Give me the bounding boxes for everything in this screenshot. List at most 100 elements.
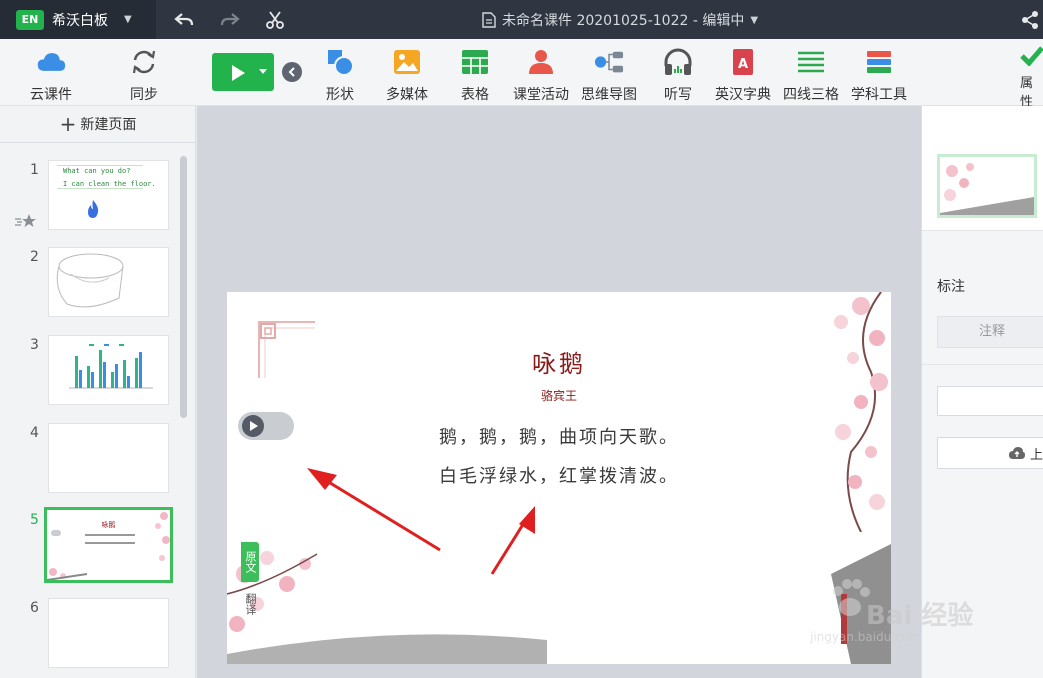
- shape-icon: [325, 47, 355, 77]
- cloud-courseware-label: 云课件: [30, 87, 72, 103]
- dictionary-label: 英汉字典: [715, 87, 771, 103]
- subject-tools-button[interactable]: 学科工具: [851, 47, 907, 104]
- property-input[interactable]: [937, 386, 1043, 416]
- slide-1-line-2: I can clean the floor.: [63, 180, 156, 188]
- divider: [922, 364, 1043, 365]
- app-name: 希沃白板: [52, 12, 108, 29]
- four-lines-label: 四线三格: [783, 87, 839, 103]
- slide-number: 2: [30, 249, 39, 265]
- slide-number: 5: [30, 512, 39, 528]
- annotation-label: 标注: [937, 279, 965, 295]
- paw-icon: [833, 579, 870, 616]
- scissors-icon[interactable]: [263, 8, 287, 32]
- slides-panel: + 新建页面 1 What can you do? I can clean th…: [0, 106, 196, 678]
- subject-tools-label: 学科工具: [851, 87, 907, 103]
- properties-label: 属性: [1020, 76, 1034, 110]
- play-icon: [232, 65, 245, 81]
- sync-label: 同步: [130, 87, 158, 103]
- title-bar: EN 希沃白板 ▼ 未命名课件 20201025-1022 - 编辑中 ▼: [0, 0, 1043, 39]
- document-title-text: 未命名课件 20201025-1022 - 编辑中: [502, 13, 745, 29]
- svg-text:A: A: [738, 57, 748, 72]
- shape-tool-label: 形状: [326, 87, 354, 103]
- slides-scrollbar[interactable]: [180, 156, 187, 418]
- cloud-icon: [36, 47, 66, 77]
- media-icon: [392, 47, 422, 77]
- mind-map-button[interactable]: 思维导图: [581, 47, 637, 104]
- baidu-watermark: Bai 经验 jingyan.baidu.com: [800, 575, 1000, 644]
- mini-audio-pill: [51, 530, 61, 536]
- dictation-button[interactable]: 听写: [663, 47, 693, 104]
- upload-label: 上: [1030, 447, 1043, 463]
- slide-thumbnail[interactable]: [48, 423, 169, 493]
- sync-icon: [129, 47, 159, 77]
- mini-text-line: [85, 534, 135, 536]
- slide-number: 3: [30, 337, 39, 353]
- document-title[interactable]: 未命名课件 20201025-1022 - 编辑中 ▼: [482, 10, 758, 30]
- headphones-icon: [663, 47, 693, 77]
- mind-map-label: 思维导图: [581, 87, 637, 103]
- slide-item-6[interactable]: 6: [0, 598, 180, 670]
- background-thumbnail[interactable]: [937, 154, 1037, 218]
- background-section: [922, 106, 1043, 231]
- upload-button[interactable]: 上: [937, 437, 1043, 469]
- slide-thumbnail[interactable]: [48, 598, 169, 668]
- cherry-blossom-decoration: [47, 568, 87, 580]
- cylinder-drawing: [56, 253, 124, 308]
- slide-thumbnail[interactable]: [48, 335, 169, 405]
- classroom-activity-button[interactable]: 课堂活动: [513, 47, 569, 104]
- slide-item-5[interactable]: 5 咏鹅: [0, 507, 180, 583]
- four-lines-icon: [796, 47, 826, 77]
- chevron-left-icon: [288, 67, 295, 77]
- play-presentation-button[interactable]: [212, 53, 274, 91]
- table-tool-label: 表格: [461, 87, 489, 103]
- new-page-label: 新建页面: [80, 117, 137, 133]
- star-icon[interactable]: [15, 213, 37, 229]
- cherry-blossom-decoration: [940, 163, 1034, 215]
- slide-item-3[interactable]: 3: [0, 335, 180, 407]
- shape-tool-button[interactable]: 形状: [325, 47, 355, 104]
- cloud-upload-icon: [1009, 447, 1025, 459]
- watermark-text: Bai 经验: [866, 601, 974, 631]
- app-menu-button[interactable]: EN 希沃白板 ▼: [0, 0, 156, 39]
- app-logo: EN: [16, 9, 44, 30]
- slide-item-2[interactable]: 2: [0, 247, 180, 319]
- slide-thumbnail[interactable]: What can you do? I can clean the floor.: [48, 160, 169, 230]
- slide-thumbnail[interactable]: [48, 247, 169, 317]
- slide-number: 1: [30, 162, 39, 178]
- media-tool-label: 多媒体: [386, 87, 428, 103]
- plus-icon: +: [59, 112, 77, 136]
- media-tool-button[interactable]: 多媒体: [386, 47, 428, 104]
- app-window: EN 希沃白板 ▼ 未命名课件 20201025-1022 - 编辑中 ▼ 云课…: [0, 0, 1043, 678]
- four-lines-button[interactable]: 四线三格: [783, 47, 839, 104]
- properties-icon: [1020, 46, 1043, 66]
- cherry-blossom-decoration: [155, 512, 170, 561]
- dictation-label: 听写: [664, 87, 692, 103]
- toolbar: 云课件 同步 形状 多媒体 表格 课堂活动 思维导图 听写 A 英汉字典 四线三…: [0, 39, 1043, 106]
- annotation-button[interactable]: 注释: [937, 316, 1043, 348]
- table-tool-button[interactable]: 表格: [460, 47, 490, 104]
- new-page-button[interactable]: + 新建页面: [0, 106, 196, 143]
- sync-button[interactable]: 同步: [129, 47, 159, 104]
- bar-chart-thumbnail: [69, 344, 153, 389]
- watermark-url: jingyan.baidu.com: [810, 630, 921, 644]
- chevron-down-icon[interactable]: [259, 69, 267, 74]
- chevron-down-icon: ▼: [750, 14, 759, 26]
- slide-1-line-1: What can you do?: [63, 167, 131, 175]
- slide-number: 4: [30, 425, 39, 441]
- undo-icon[interactable]: [172, 8, 196, 32]
- properties-tab[interactable]: 属性: [1020, 44, 1043, 110]
- dictionary-button[interactable]: A 英汉字典: [715, 47, 771, 104]
- classroom-activity-label: 课堂活动: [513, 87, 569, 103]
- collapse-toolbar-button[interactable]: [282, 62, 302, 82]
- slide-number: 6: [30, 600, 39, 616]
- flame-icon: [88, 200, 99, 218]
- cloud-courseware-button[interactable]: 云课件: [30, 47, 72, 104]
- share-icon[interactable]: [1018, 8, 1042, 32]
- slide-item-4[interactable]: 4: [0, 423, 180, 495]
- slide-thumbnail[interactable]: 咏鹅: [44, 507, 173, 583]
- table-icon: [460, 47, 490, 77]
- document-icon: [482, 12, 496, 28]
- redo-icon[interactable]: [218, 8, 242, 32]
- mind-map-icon: [594, 47, 624, 77]
- subject-tools-icon: [864, 47, 894, 77]
